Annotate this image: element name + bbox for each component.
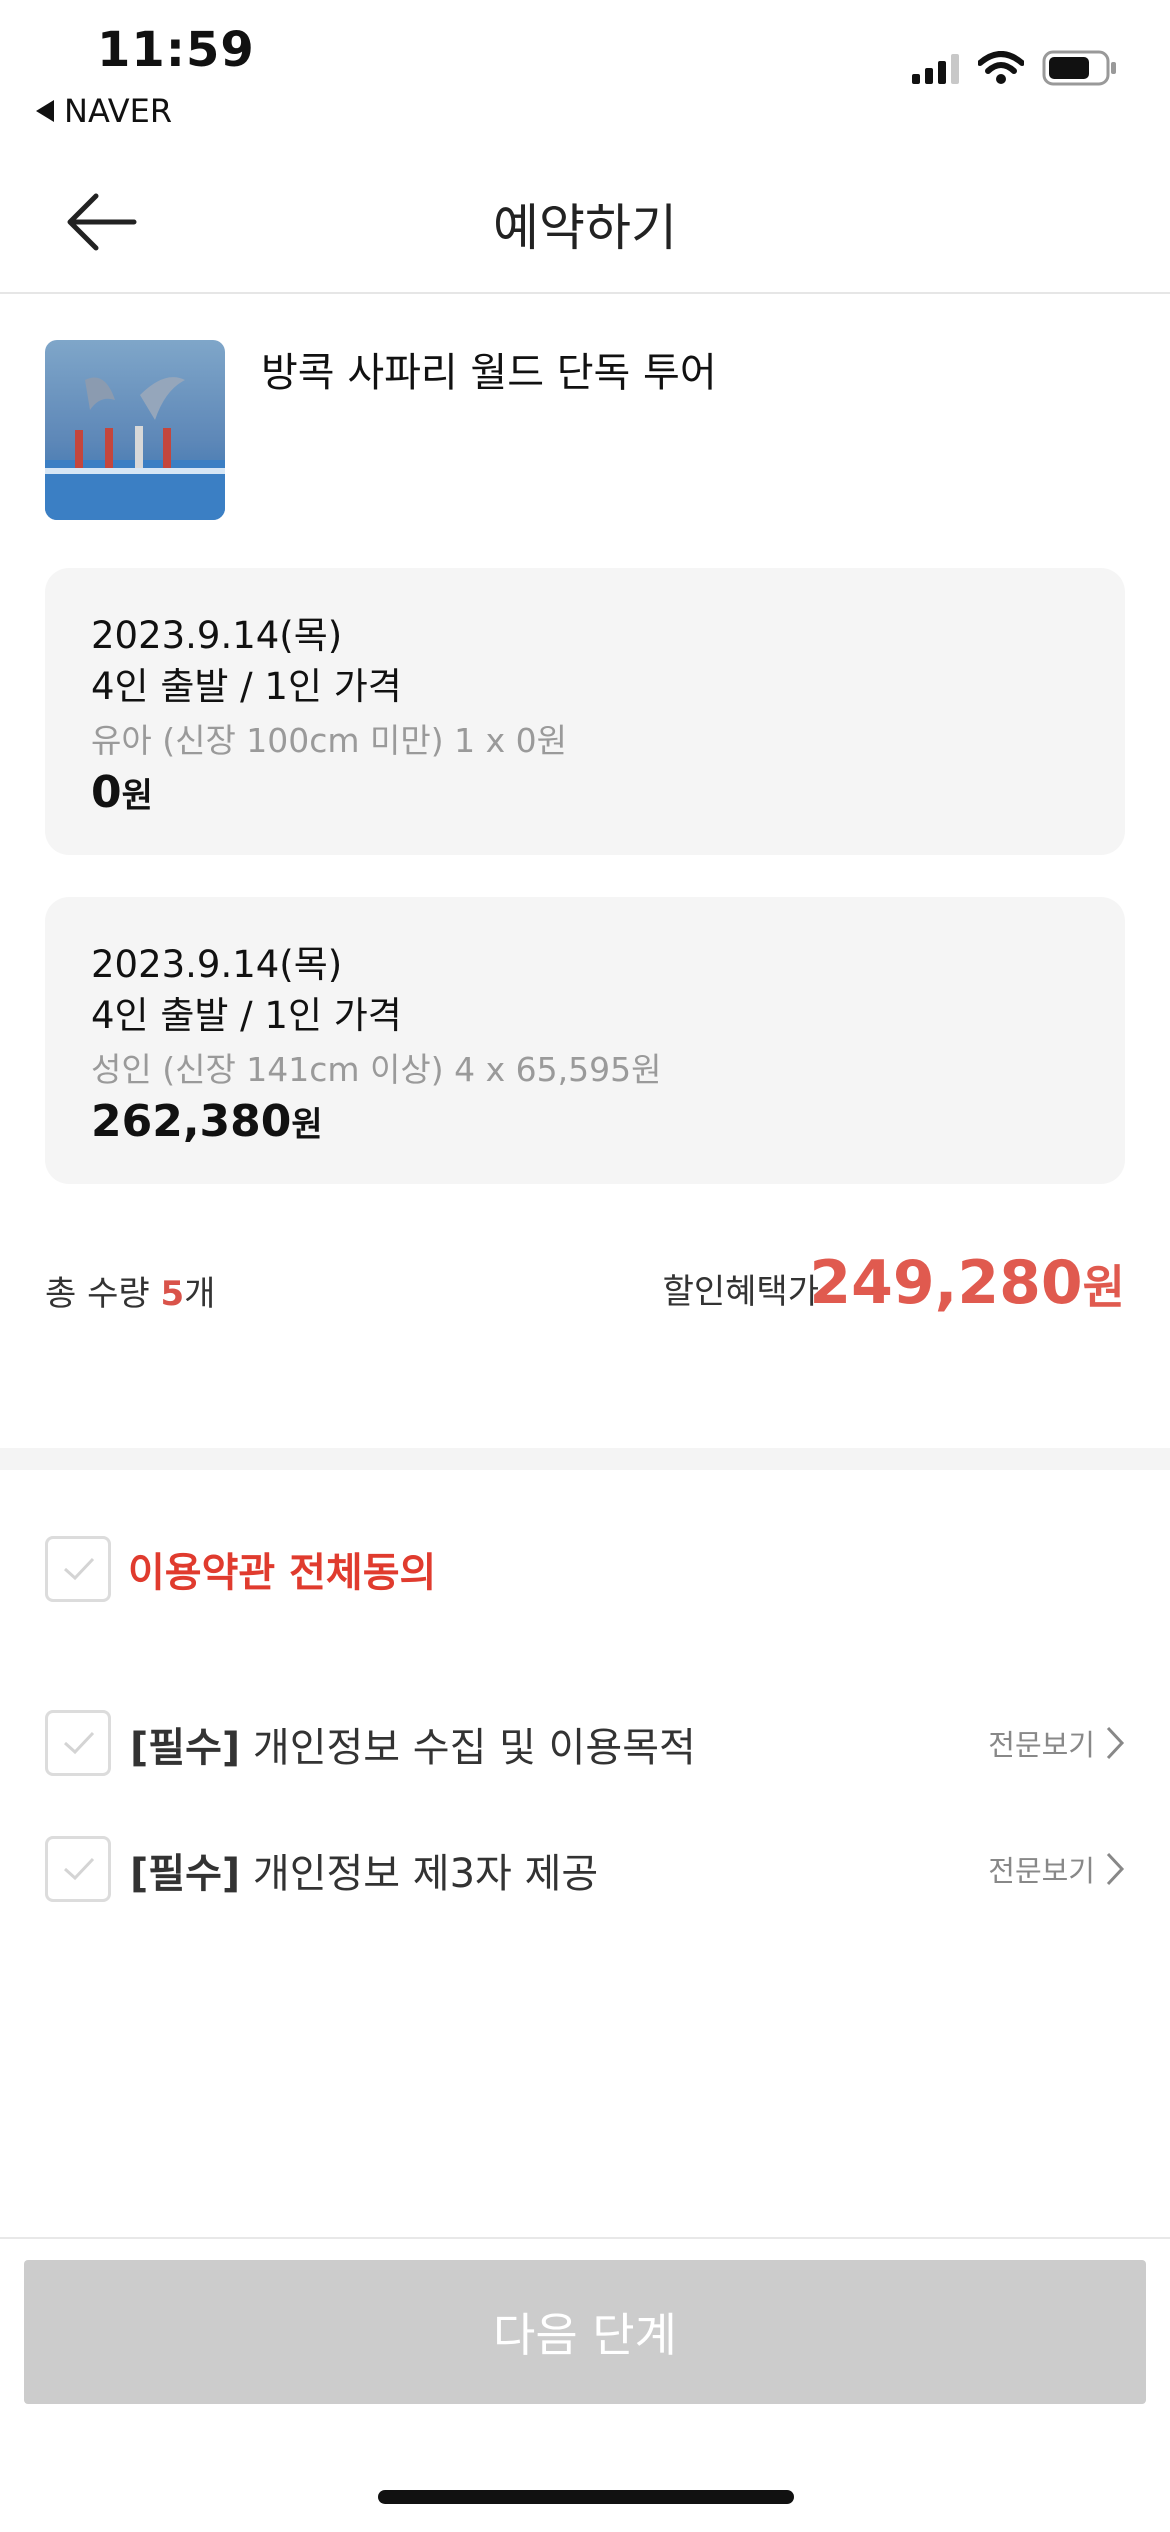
battery-icon: [1042, 50, 1116, 86]
view-full-text-link[interactable]: 전문보기: [988, 1722, 1125, 1764]
agree-privacy-collection-checkbox[interactable]: [45, 1710, 111, 1776]
option-price: 262,380원: [91, 1097, 1079, 1150]
wifi-icon: [978, 51, 1024, 84]
agree-privacy-collection-label[interactable]: [필수] 개인정보 수집 및 이용목적: [130, 1715, 696, 1773]
option-price-unit: 원: [291, 1105, 323, 1145]
reservation-page: 11:59 NAVER 예약하기 방콕 사파리 월드 단독 투어 2023.9.…: [0, 0, 1170, 2532]
status-bar: 11:59 NAVER: [0, 0, 1170, 140]
signal-icon: [912, 54, 959, 84]
qty-count: 5: [160, 1274, 185, 1314]
discount-label: 할인혜택가: [662, 1272, 819, 1312]
agree-third-party-checkbox[interactable]: [45, 1836, 111, 1902]
agreement-text: 개인정보 수집 및 이용목적: [252, 1725, 696, 1771]
product-name: 방콕 사파리 월드 단독 투어: [261, 350, 717, 396]
back-to-app[interactable]: NAVER: [36, 92, 172, 130]
view-full-text-label: 전문보기: [988, 1728, 1095, 1762]
option-price-value: 0: [91, 767, 122, 818]
order-summary: 총 수량 5개 할인혜택가 249,280원: [45, 1240, 1125, 1330]
qty-unit: 개: [184, 1274, 216, 1314]
status-icons: [912, 50, 1118, 86]
option-desc: 4인 출발 / 1인 가격: [91, 665, 402, 708]
agree-third-party-label[interactable]: [필수] 개인정보 제3자 제공: [130, 1841, 598, 1899]
view-full-text-label: 전문보기: [988, 1854, 1095, 1888]
status-time: 11:59: [97, 22, 255, 78]
next-step-button[interactable]: 다음 단계: [24, 2260, 1146, 2404]
agree-all-checkbox[interactable]: [45, 1536, 111, 1602]
back-app-label: NAVER: [64, 92, 173, 130]
back-triangle-icon: [36, 100, 54, 122]
option-price-value: 262,380: [91, 1096, 292, 1147]
page-title: 예약하기: [493, 199, 677, 257]
footer-divider: [0, 2237, 1170, 2239]
required-tag: [필수]: [130, 1851, 241, 1897]
qty-label: 총 수량: [45, 1274, 150, 1314]
check-icon: [63, 1557, 95, 1581]
option-date: 2023.9.14(목): [91, 943, 343, 986]
option-detail: 유아 (신장 100cm 미만) 1 x 0원: [91, 721, 568, 760]
chevron-right-icon: [1106, 1726, 1125, 1760]
option-card-adult: 2023.9.14(목) 4인 출발 / 1인 가격 성인 (신장 141cm …: [45, 897, 1125, 1184]
total-quantity: 총 수량 5개: [45, 1266, 215, 1315]
header: 예약하기: [0, 150, 1170, 294]
check-icon: [63, 1857, 95, 1881]
option-price-unit: 원: [121, 776, 153, 816]
option-card-infant: 2023.9.14(목) 4인 출발 / 1인 가격 유아 (신장 100cm …: [45, 568, 1125, 855]
agree-all-label[interactable]: 이용약관 전체동의: [128, 1540, 436, 1598]
discount-price: 249,280원: [809, 1248, 1125, 1318]
chevron-right-icon: [1106, 1852, 1125, 1886]
home-indicator: [378, 2490, 794, 2504]
check-icon: [63, 1731, 95, 1755]
discount-price-unit: 원: [1082, 1260, 1125, 1314]
agreement-text: 개인정보 제3자 제공: [252, 1851, 599, 1897]
section-divider: [0, 1448, 1170, 1470]
required-tag: [필수]: [130, 1725, 241, 1771]
discount-price-value: 249,280: [809, 1248, 1083, 1318]
product-thumbnail: [45, 340, 225, 520]
option-detail: 성인 (신장 141cm 이상) 4 x 65,595원: [91, 1050, 662, 1089]
option-desc: 4인 출발 / 1인 가격: [91, 994, 402, 1037]
view-full-text-link[interactable]: 전문보기: [988, 1848, 1125, 1890]
product-summary: 방콕 사파리 월드 단독 투어: [45, 340, 1125, 525]
option-date: 2023.9.14(목): [91, 614, 343, 657]
option-price: 0원: [91, 768, 1079, 821]
